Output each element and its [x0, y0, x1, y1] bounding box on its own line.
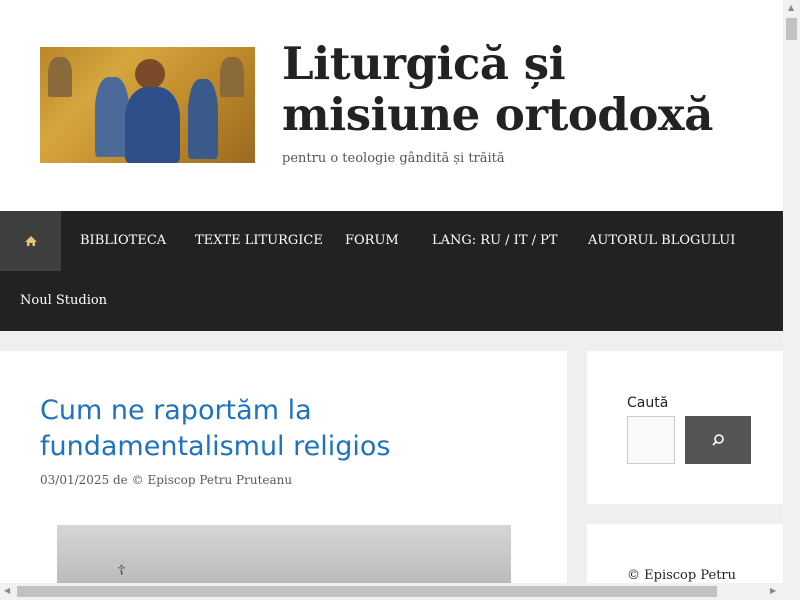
scroll-right-icon[interactable]: ▶ [770, 586, 776, 595]
home-icon [24, 235, 37, 246]
nav-item-autorul-blogului[interactable]: AUTORUL BLOGULUI [588, 211, 735, 271]
nav-home-button[interactable] [0, 211, 61, 271]
site-title[interactable]: Liturgică și misiune ortodoxă [282, 38, 762, 140]
nav-item-lang[interactable]: LANG: RU / IT / PT [432, 211, 558, 271]
nav-item-forum[interactable]: FORUM [345, 211, 399, 271]
scroll-up-icon[interactable]: ▲ [788, 3, 794, 12]
author-widget-text: © Episcop Petru [627, 568, 737, 583]
post-author[interactable]: © Episcop Petru Pruteanu [132, 473, 293, 487]
post-title[interactable]: Cum ne raportăm la fundamentalismul reli… [40, 393, 540, 465]
search-icon [712, 434, 724, 446]
scroll-left-icon[interactable]: ◀ [4, 586, 10, 595]
post-date[interactable]: 03/01/2025 [40, 473, 109, 487]
search-input[interactable] [627, 416, 675, 464]
search-button[interactable] [685, 416, 751, 464]
nav-item-biblioteca[interactable]: BIBLIOTECA [80, 211, 166, 271]
horizontal-scrollbar[interactable]: ◀ ▶ [0, 583, 783, 600]
nav-item-texte-liturgice[interactable]: TEXTE LITURGICE [195, 211, 323, 271]
vertical-scrollbar[interactable]: ▲ [783, 0, 800, 600]
post-by: de [113, 473, 128, 487]
nav-item-noul-studion[interactable]: Noul Studion [20, 271, 107, 331]
cross-icon: ☦ [117, 563, 127, 579]
search-widget: Caută [587, 351, 783, 504]
site-logo[interactable] [40, 47, 255, 163]
site-header: Liturgică și misiune ortodoxă pentru o t… [0, 0, 783, 211]
search-label: Caută [627, 395, 669, 411]
horizontal-scroll-thumb[interactable] [17, 586, 717, 597]
main-navigation: BIBLIOTECA TEXTE LITURGICE FORUM LANG: R… [0, 211, 783, 331]
site-description: pentru o teologie gândită și trăită [282, 151, 505, 166]
post-meta: 03/01/2025 de © Episcop Petru Pruteanu [40, 473, 292, 487]
vertical-scroll-thumb[interactable] [786, 18, 797, 40]
main-content: Cum ne raportăm la fundamentalismul reli… [0, 351, 567, 600]
